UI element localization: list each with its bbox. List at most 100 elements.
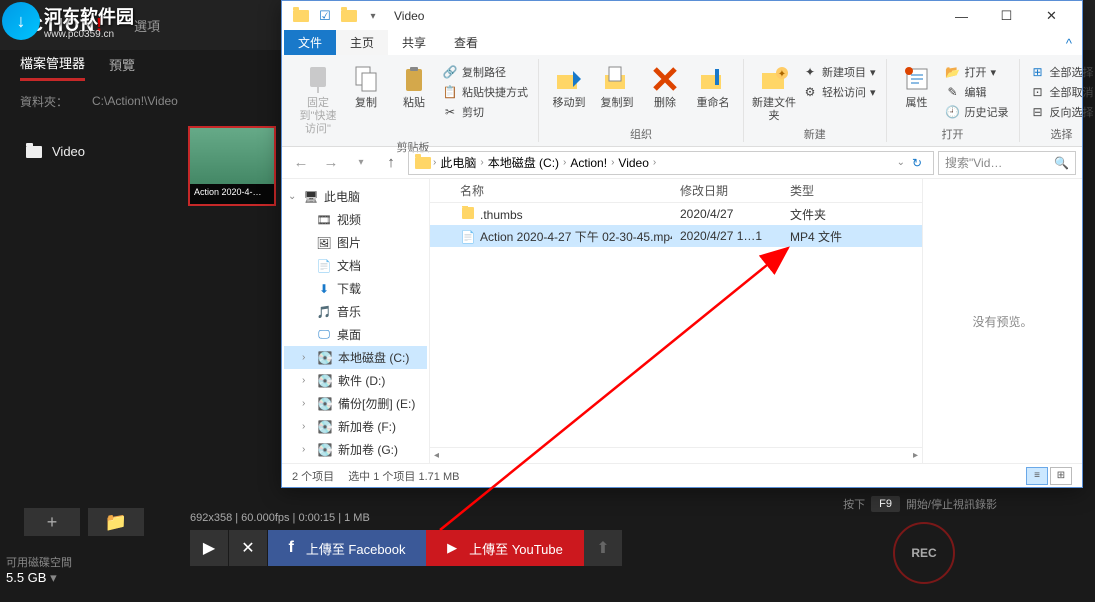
col-date[interactable]: 修改日期	[672, 182, 782, 199]
upload-youtube-button[interactable]: ▶ 上傳至 YouTube	[426, 530, 584, 566]
pc-icon: 🖥	[303, 190, 319, 204]
nav-drive-e[interactable]: ›💽備份[勿删] (E:)	[284, 392, 427, 415]
crumb-video[interactable]: Video	[614, 156, 652, 170]
video-icon: 🎞	[316, 213, 332, 227]
hotkey-hint: 按下 F9 開始/停止視訊錄影	[843, 496, 997, 512]
yt-label: 上傳至 YouTube	[469, 539, 563, 558]
thumb-image	[190, 128, 274, 184]
paste-button[interactable]: 粘贴	[392, 59, 436, 110]
copy-button[interactable]: 复制	[344, 59, 388, 110]
upload-generic-button[interactable]: ⬆	[584, 530, 622, 566]
crumb-action[interactable]: Action!	[566, 156, 611, 170]
delete-ribbon-button[interactable]: 删除	[643, 59, 687, 110]
nav-videos[interactable]: 🎞视频	[284, 208, 427, 231]
delete-button[interactable]: ✕	[229, 530, 267, 566]
ribbon-group-open: 属性 📂打开 ▾ ✎编辑 🕘历史记录 打开	[887, 59, 1020, 142]
nav-this-pc[interactable]: ⌄🖥此电脑	[284, 185, 427, 208]
scroll-right[interactable]: ▸	[913, 450, 918, 461]
search-box[interactable]: 搜索"Vid… 🔍	[938, 151, 1076, 175]
file-row-thumbs[interactable]: .thumbs 2020/4/27 文件夹	[430, 203, 922, 225]
col-name[interactable]: 名称	[452, 182, 672, 199]
ribbon-tab-view[interactable]: 查看	[440, 30, 492, 55]
view-icons[interactable]: ⊞	[1050, 467, 1072, 485]
open-button[interactable]: 📂打开 ▾	[943, 63, 1011, 81]
action-sidebar: Video	[0, 118, 180, 540]
explorer-titlebar[interactable]: ☑ ▾ Video — ☐ ✕	[282, 1, 1082, 31]
close-button[interactable]: ✕	[1029, 2, 1074, 30]
drive-icon: 💽	[317, 351, 333, 365]
record-button[interactable]: REC	[893, 522, 955, 584]
nav-forward[interactable]: →	[318, 150, 344, 176]
qat-new-folder[interactable]	[338, 5, 360, 27]
address-bar[interactable]: › 此电脑› 本地磁盘 (C:)› Action!› Video› ⌄ ↻	[408, 151, 934, 175]
window-title: Video	[394, 9, 424, 23]
nav-drive-g[interactable]: ›💽新加卷 (G:)	[284, 438, 427, 461]
moveto-button[interactable]: 移动到	[547, 59, 591, 110]
open-folder-button[interactable]: 📁	[88, 508, 144, 536]
qat-dropdown[interactable]: ▾	[362, 5, 384, 27]
qat-properties[interactable]: ☑	[314, 5, 336, 27]
drive-icon: 💽	[317, 443, 333, 457]
nav-downloads[interactable]: ⬇下载	[284, 277, 427, 300]
hotkey-post: 開始/停止視訊錄影	[906, 496, 997, 512]
organize-label: 组织	[630, 126, 652, 142]
tab-file-manager[interactable]: 檔案管理器	[20, 53, 85, 81]
copyto-button[interactable]: 复制到	[595, 59, 639, 110]
ribbon-group-organize: 移动到 复制到 删除 重命名 组织	[539, 59, 744, 142]
pin-quick-access[interactable]: 固定到"快速访问"	[296, 59, 340, 137]
rename-button[interactable]: 重命名	[691, 59, 735, 110]
nav-pictures[interactable]: 🖼图片	[284, 231, 427, 254]
tab-preview[interactable]: 預覽	[109, 55, 135, 80]
nav-back[interactable]: ←	[288, 150, 314, 176]
sidebar-folder-video[interactable]: Video	[20, 138, 160, 165]
address-row: ← → ▾ ↑ › 此电脑› 本地磁盘 (C:)› Action!› Video…	[282, 147, 1082, 179]
nav-drive-c[interactable]: ›💽本地磁盘 (C:)	[284, 346, 427, 369]
scroll-left[interactable]: ◂	[434, 450, 439, 461]
ribbon-tab-file[interactable]: 文件	[284, 30, 336, 55]
nav-up[interactable]: ↑	[378, 150, 404, 176]
minimize-button[interactable]: —	[939, 2, 984, 30]
ribbon-tab-home[interactable]: 主页	[336, 30, 388, 55]
nav-documents[interactable]: 📄文档	[284, 254, 427, 277]
copy-path-button[interactable]: 🔗复制路径	[440, 63, 530, 81]
disk-value: 5.5 GB	[6, 570, 46, 585]
play-button[interactable]: ▶	[190, 530, 228, 566]
nav-drive-d[interactable]: ›💽軟件 (D:)	[284, 369, 427, 392]
video-thumbnail[interactable]: Action 2020-4-…	[188, 126, 276, 206]
paste-shortcut-button[interactable]: 📋粘贴快捷方式	[440, 83, 530, 101]
watermark-url: www.pc0359.cn	[44, 29, 134, 40]
file-list: .thumbs 2020/4/27 文件夹 📄Action 2020-4-27 …	[430, 203, 922, 447]
new-folder-button[interactable]: ✦新建文件夹	[752, 59, 796, 123]
path-value: C:\Action!\Video	[92, 94, 178, 108]
add-button[interactable]: +	[24, 508, 80, 536]
nav-recent[interactable]: ▾	[348, 150, 374, 176]
edit-button[interactable]: ✎编辑	[943, 83, 1011, 101]
crumb-drive-c[interactable]: 本地磁盘 (C:)	[484, 154, 563, 171]
nav-desktop[interactable]: 🖵桌面	[284, 323, 427, 346]
new-item-button[interactable]: ✦新建项目 ▾	[800, 63, 878, 81]
easy-access-button[interactable]: ⚙轻松访问 ▾	[800, 83, 878, 101]
properties-button[interactable]: 属性	[895, 59, 939, 110]
nav-drive-f[interactable]: ›💽新加卷 (F:)	[284, 415, 427, 438]
history-button[interactable]: 🕘历史记录	[943, 103, 1011, 121]
pictures-icon: 🖼	[316, 236, 332, 250]
refresh-button[interactable]: ↻	[905, 151, 929, 175]
select-none-button[interactable]: ⊡全部取消	[1028, 83, 1095, 101]
view-details[interactable]: ≡	[1026, 467, 1048, 485]
ribbon-help[interactable]: ^	[1056, 32, 1082, 55]
nav-music[interactable]: 🎵音乐	[284, 300, 427, 323]
addr-dropdown[interactable]: ⌄	[897, 157, 905, 168]
invert-selection-button[interactable]: ⊟反向选择	[1028, 103, 1095, 121]
ribbon-tab-share[interactable]: 共享	[388, 30, 440, 55]
maximize-button[interactable]: ☐	[984, 2, 1029, 30]
file-row-mp4[interactable]: 📄Action 2020-4-27 下午 02-30-45.mp4 2020/4…	[430, 225, 922, 247]
crumb-this-pc[interactable]: 此电脑	[436, 154, 480, 171]
cut-button[interactable]: ✂剪切	[440, 103, 530, 121]
disk-label: 可用磁碟空間	[6, 554, 72, 570]
facebook-icon: f	[288, 539, 293, 557]
new-label: 新建	[804, 126, 826, 142]
youtube-icon: ▶	[447, 540, 457, 556]
select-all-button[interactable]: ⊞全部选择	[1028, 63, 1095, 81]
upload-facebook-button[interactable]: f 上傳至 Facebook	[268, 530, 426, 566]
col-type[interactable]: 类型	[782, 182, 862, 199]
